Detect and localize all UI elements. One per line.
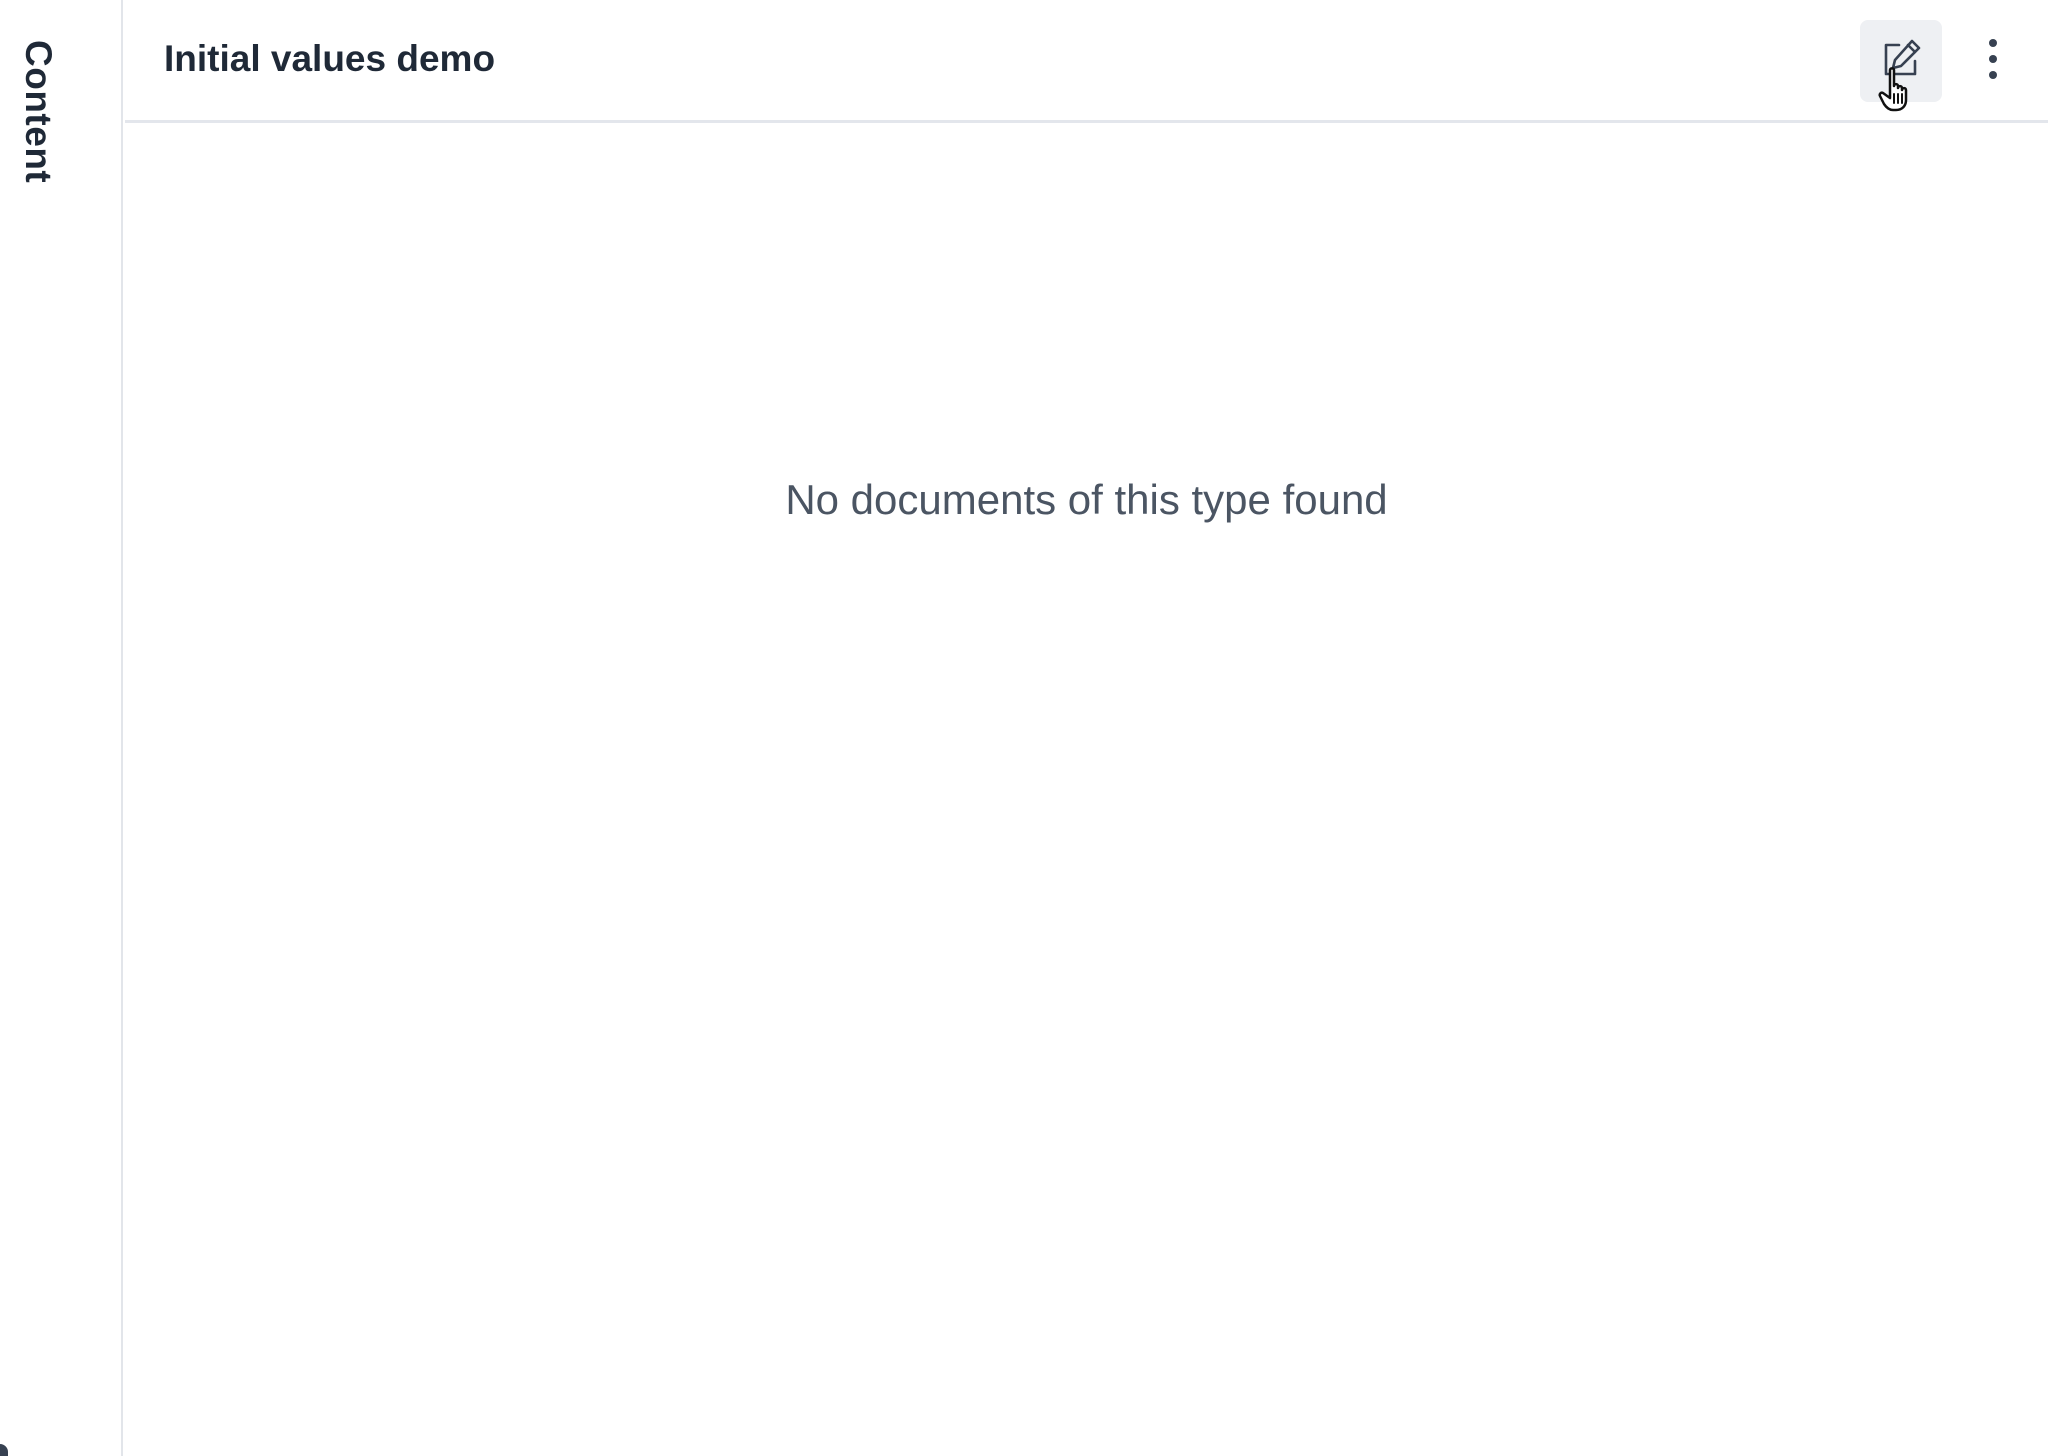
window-corner [0, 1444, 8, 1456]
vertical-ellipsis-icon [1987, 37, 1999, 86]
pane-title: Initial values demo [164, 38, 496, 79]
collapsed-pane-title[interactable]: Content [17, 40, 59, 183]
create-new-document-button[interactable] [1860, 20, 1942, 102]
empty-state-message: No documents of this type found [785, 476, 1388, 523]
compose-icon [1879, 37, 1923, 86]
document-list-pane: Initial values demo No documents of this… [125, 0, 2048, 1456]
pane-header: Initial values demo [125, 0, 2048, 123]
pane-menu-button[interactable] [1952, 20, 2034, 102]
collapsed-content-pane[interactable]: Content [0, 0, 123, 1456]
desk-tool: Content Initial values demo No documents… [0, 0, 2048, 1456]
